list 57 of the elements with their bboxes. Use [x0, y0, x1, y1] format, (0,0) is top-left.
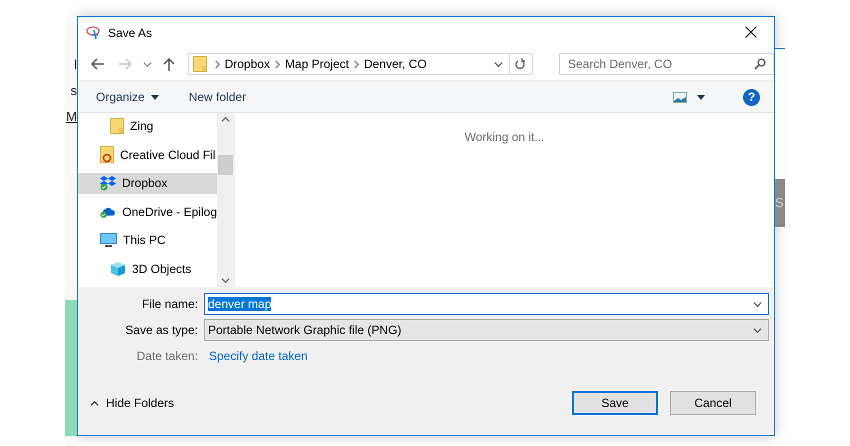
- organize-button[interactable]: Organize: [96, 90, 159, 104]
- background-text: l: [74, 58, 77, 72]
- specify-date-link[interactable]: Specify date taken: [204, 349, 308, 363]
- monitor-icon: [100, 232, 117, 248]
- field-label: Save as type:: [124, 323, 198, 337]
- background-text: s: [70, 84, 77, 98]
- folder-icon: [100, 146, 114, 164]
- file-name-field[interactable]: denver map: [204, 293, 769, 315]
- app-icon: [86, 24, 102, 40]
- back-arrow-icon: [91, 58, 106, 70]
- cube-icon: [110, 260, 126, 277]
- caret-icon: [90, 398, 99, 408]
- field-label: Date taken:: [136, 349, 198, 363]
- dropbox-icon: [100, 175, 116, 192]
- view-icon[interactable]: [673, 92, 687, 102]
- search-field[interactable]: Search Denver, CO: [558, 53, 774, 75]
- new-folder-button[interactable]: New folder: [188, 90, 246, 104]
- scroll-thumb[interactable]: [218, 155, 233, 175]
- close-button[interactable]: ×: [728, 17, 774, 48]
- address-bar[interactable]: Dropbox Map Project Denver, CO: [188, 53, 533, 75]
- folder-tree-item[interactable]: OneDrive - Epilog: [78, 202, 217, 222]
- scroll-down-icon: [221, 276, 230, 285]
- separator-icon: [212, 60, 222, 68]
- dropdown-icon: [753, 326, 762, 334]
- caret-icon[interactable]: [697, 94, 705, 100]
- breadcrumb[interactable]: Map Project: [282, 57, 352, 71]
- status-text: Working on it...: [464, 130, 544, 144]
- hide-folders-button[interactable]: Hide Folders: [90, 396, 174, 410]
- file-type-dropdown[interactable]: Portable Network Graphic file (PNG): [204, 319, 769, 341]
- caret-icon: [150, 94, 159, 100]
- save-button[interactable]: Save: [572, 391, 658, 415]
- dropdown-icon: [753, 300, 762, 308]
- dropdown-icon: [494, 60, 503, 68]
- forward-arrow-icon: [118, 58, 132, 70]
- breadcrumb[interactable]: Denver, CO: [360, 57, 430, 71]
- field-label: File name:: [140, 297, 198, 311]
- chevron-icon: [142, 60, 152, 68]
- folder-icon: [110, 118, 124, 134]
- scroll-up-icon: [221, 115, 230, 124]
- cancel-button[interactable]: Cancel: [670, 391, 756, 415]
- separator-icon: [352, 60, 361, 68]
- background-text: S: [775, 196, 784, 210]
- folder-icon: [192, 56, 207, 72]
- background-text: M: [66, 110, 77, 124]
- search-icon: [754, 58, 766, 70]
- help-button[interactable]: ?: [743, 88, 760, 106]
- breadcrumb[interactable]: Dropbox: [222, 57, 273, 71]
- folder-tree-item[interactable]: This PC: [78, 230, 217, 250]
- folder-tree-item[interactable]: Zing: [78, 116, 217, 136]
- refresh-icon[interactable]: [515, 58, 526, 70]
- scrollbar[interactable]: [217, 113, 234, 287]
- window-title: Save As: [108, 26, 154, 40]
- up-arrow-icon: [163, 57, 176, 71]
- folder-tree-item[interactable]: 3D Objects: [78, 258, 217, 279]
- folder-tree-item[interactable]: Dropbox: [78, 173, 217, 194]
- separator-icon: [272, 60, 282, 68]
- folder-tree-item[interactable]: Creative Cloud Fil: [78, 144, 217, 165]
